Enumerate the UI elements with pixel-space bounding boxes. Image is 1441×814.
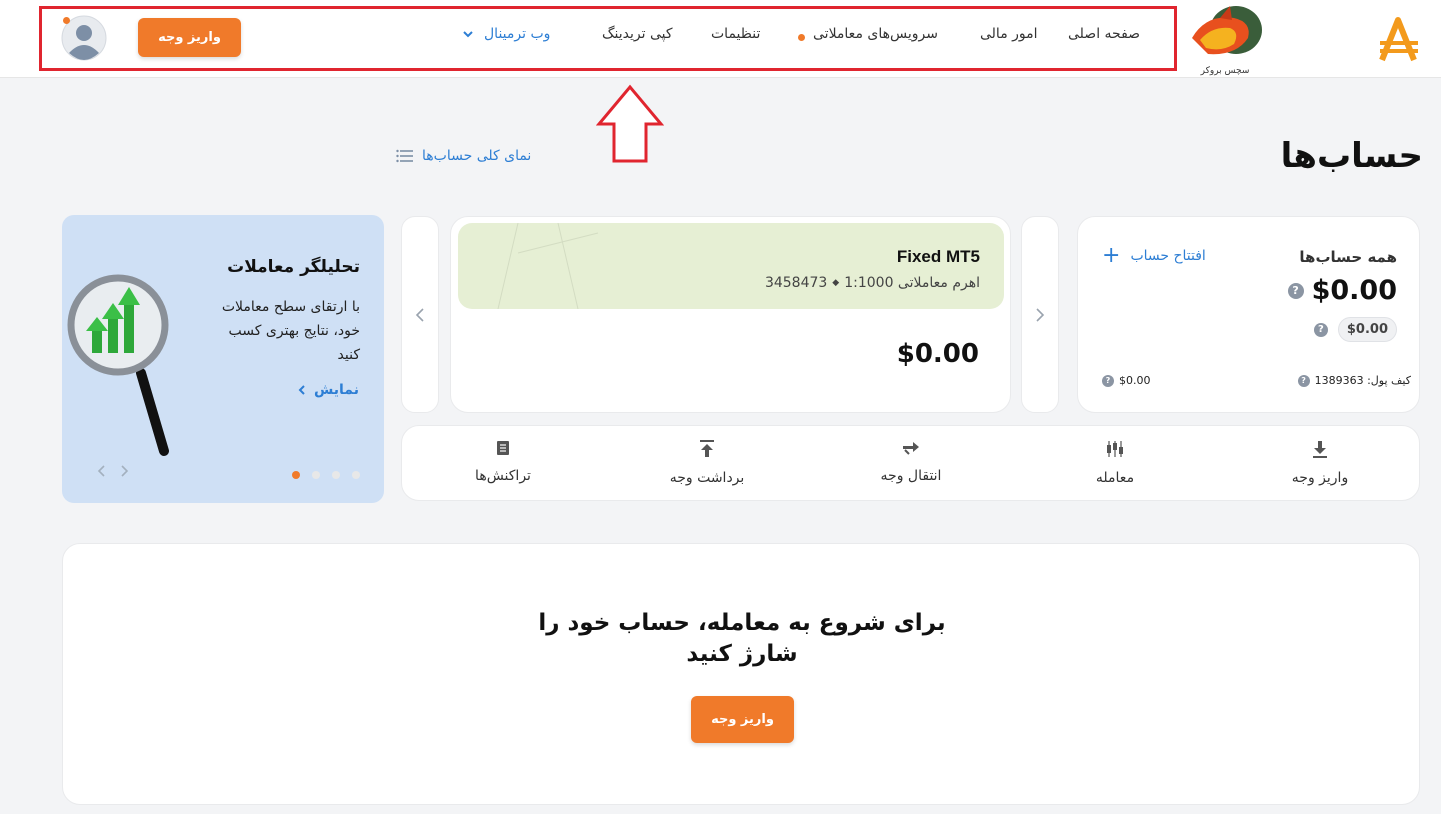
summary-sub-total: $0.00 (1337, 317, 1397, 342)
wallet-value-row: ? $0.00 (1102, 374, 1151, 387)
dragon-logo-icon (1192, 6, 1262, 55)
action-deposit[interactable]: واریز وجه (1260, 440, 1380, 486)
action-transfer-label: انتقال وجه (880, 468, 942, 484)
broker-logo-text: سچس بروکر (1200, 66, 1250, 76)
promo-card: تحلیلگر معاملات با ارتقای سطح معاملات خو… (62, 215, 384, 503)
action-withdraw[interactable]: برداشت وجه (647, 440, 767, 486)
action-trade-label: معامله (1095, 470, 1135, 486)
upload-icon (700, 440, 714, 457)
chevron-right-icon (1036, 307, 1045, 322)
annotation-arrow-icon (596, 84, 664, 163)
help-icon[interactable]: ? (1102, 374, 1114, 387)
help-icon[interactable]: ? (1313, 322, 1328, 337)
deposit-cta-panel: برای شروع به معامله، حساب خود را شارژ کن… (62, 543, 1420, 805)
download-icon (1313, 441, 1327, 458)
list-icon (396, 149, 413, 163)
separator-dot-icon: ◆ (832, 278, 840, 288)
promo-page-dot[interactable] (332, 471, 340, 479)
promo-link-label: نمایش (314, 382, 359, 398)
help-icon[interactable]: ? (1297, 374, 1310, 387)
chevron-left-icon (298, 385, 305, 395)
broker-logo[interactable]: سچس بروکر (1186, 4, 1264, 76)
promo-page-dot[interactable] (352, 471, 360, 479)
open-account-link[interactable]: + افتتاح حساب (1102, 243, 1206, 268)
candlestick-icon (1107, 441, 1123, 457)
action-trade[interactable]: معامله (1055, 440, 1175, 486)
promo-title: تحلیلگر معاملات (227, 257, 360, 277)
plus-icon: + (1102, 243, 1121, 268)
carousel-prev-button[interactable] (401, 216, 439, 413)
transfer-icon (903, 442, 919, 455)
cta-text: برای شروع به معامله، حساب خود را شارژ کن… (538, 610, 946, 667)
magnifier-chart-icon (67, 274, 169, 456)
promo-page-dot-active[interactable] (292, 471, 300, 479)
promo-text: با ارتقای سطح معاملات خود، نتایج بهتری ک… (221, 299, 360, 363)
wallet-value: $0.00 (1119, 374, 1151, 387)
wallet-label: کیف پول: 1389363 (1314, 374, 1411, 387)
action-transfer[interactable]: انتقال وجه (851, 440, 971, 484)
account-number: 3458473 (764, 275, 828, 291)
account-leverage: اهرم معاملاتی 1:1000 (844, 275, 980, 291)
account-card-banner: Fixed MT5 3458473 ◆ اهرم معاملاتی 1:1000 (458, 223, 1004, 309)
promo-page-dot[interactable] (312, 471, 320, 479)
action-transactions-label: تراکنش‌ها (475, 468, 531, 484)
chevron-right-icon (121, 465, 129, 477)
account-card[interactable]: Fixed MT5 3458473 ◆ اهرم معاملاتی 1:1000… (450, 216, 1011, 413)
open-account-label: افتتاح حساب (1130, 248, 1206, 264)
promo-prev-button[interactable] (96, 463, 106, 482)
account-name: Fixed MT5 (896, 247, 980, 266)
action-deposit-label: واریز وجه (1291, 470, 1349, 486)
top-header: سچس بروکر صفحه اصلی امور مالی سرویس‌های … (0, 0, 1441, 78)
cta-deposit-button[interactable]: واریز وجه (691, 696, 794, 743)
carousel-next-button[interactable] (1021, 216, 1059, 413)
summary-title: همه حساب‌ها (1299, 248, 1397, 266)
accounts-summary-card: همه حساب‌ها + افتتاح حساب ? $0.00 ? $0.0… (1077, 216, 1420, 413)
promo-link[interactable]: نمایش (298, 382, 359, 398)
action-transactions[interactable]: تراکنش‌ها (443, 440, 563, 484)
summary-total-row: ? $0.00 (1287, 275, 1397, 306)
summary-sub-row: ? $0.00 (1313, 317, 1397, 342)
wallet-row: ? کیف پول: 1389363 (1297, 374, 1411, 387)
promo-next-button[interactable] (120, 463, 130, 482)
summary-total: $0.00 (1311, 275, 1397, 306)
accounts-overview-label: نمای کلی حساب‌ها (422, 148, 532, 164)
document-icon (497, 441, 509, 455)
chevron-left-icon (97, 465, 105, 477)
account-balance: $0.00 (896, 339, 979, 369)
page-title: حساب‌ها (1280, 136, 1423, 176)
annotation-highlight-box (39, 6, 1177, 71)
accounts-overview-link[interactable]: نمای کلی حساب‌ها (396, 148, 531, 164)
chevron-left-icon (415, 307, 424, 322)
brand-logo-icon[interactable] (1376, 16, 1422, 62)
action-withdraw-label: برداشت وجه (669, 470, 745, 486)
account-info-row: 3458473 ◆ اهرم معاملاتی 1:1000 (765, 275, 980, 291)
help-icon[interactable]: ? (1287, 282, 1304, 299)
